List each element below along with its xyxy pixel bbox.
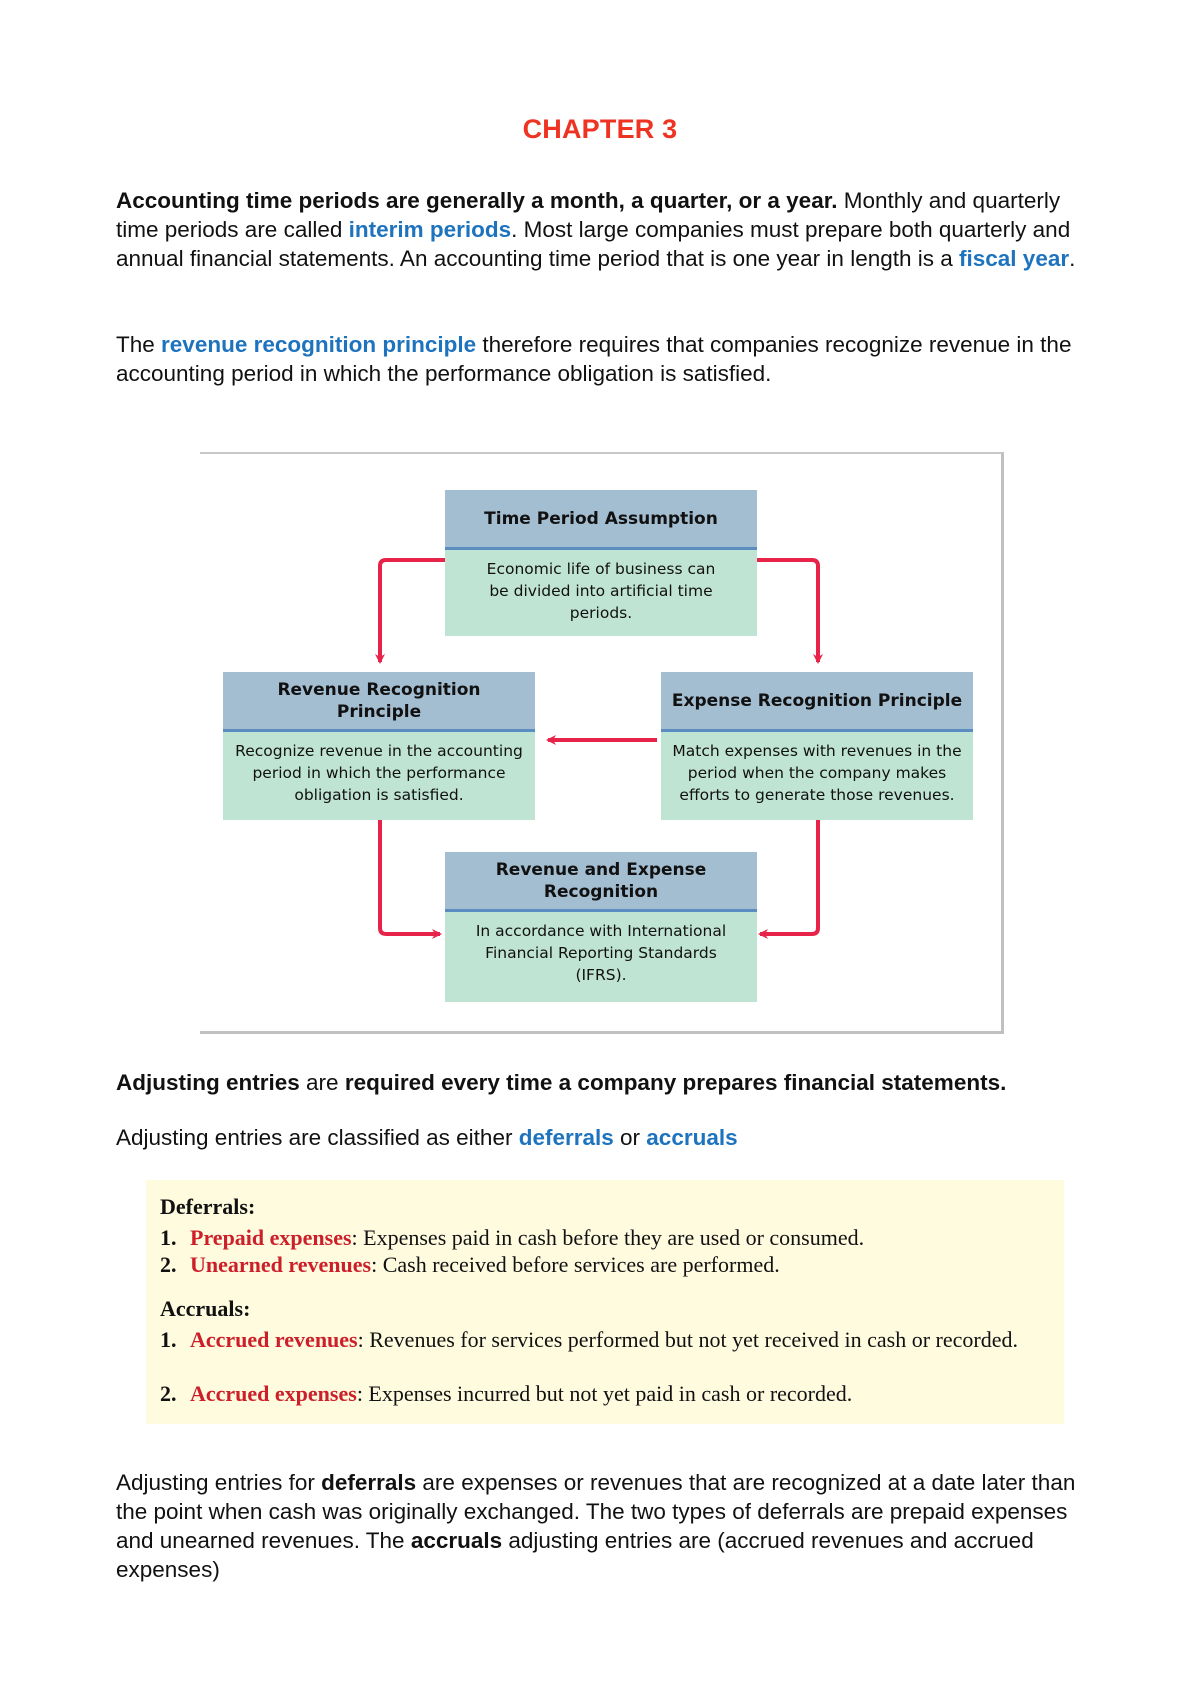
term-deferrals: deferrals (518, 1125, 614, 1150)
paragraph-time-periods: Accounting time periods are generally a … (116, 186, 1106, 273)
box-body: Economic life of business can be divided… (445, 550, 757, 636)
item-description: : Cash received before services are perf… (371, 1252, 780, 1277)
box-revenue-recognition-principle: Revenue Recognition Principle Recognize … (223, 672, 535, 820)
box-revenue-and-expense-recognition: Revenue and Expense Recognition In accor… (445, 852, 757, 1002)
accruals-heading: Accruals: (160, 1296, 251, 1321)
paragraph-revenue-recognition: The revenue recognition principle theref… (116, 330, 1106, 388)
term-accrued-revenues: Accrued revenues (190, 1327, 358, 1352)
item-number: 2. (160, 1252, 177, 1277)
text: Adjusting entries are classified as eith… (116, 1125, 519, 1150)
item-number: 1. (160, 1327, 177, 1352)
paragraph-classification: Adjusting entries are classified as eith… (116, 1123, 1106, 1152)
item-description: : Expenses incurred but not yet paid in … (356, 1381, 853, 1406)
text: . (1069, 246, 1076, 271)
box-expense-recognition-principle: Expense Recognition Principle Match expe… (661, 672, 973, 820)
document-page: CHAPTER 3 Accounting time periods are ge… (0, 0, 1200, 1697)
text: Adjusting entries for (116, 1470, 322, 1495)
box-title: Revenue Recognition Principle (223, 672, 535, 732)
arrow-left-to-bottom (378, 818, 442, 939)
item-description: : Expenses paid in cash before they are … (351, 1225, 865, 1250)
box-body: Match expenses with revenues in the peri… (661, 732, 973, 820)
term-prepaid-expenses: Prepaid expenses (190, 1225, 352, 1250)
arrow-right-to-bottom (758, 818, 820, 939)
text: are (299, 1070, 345, 1095)
term-fiscal-year: fiscal year (959, 246, 1070, 271)
box-body: In accordance with International Financi… (445, 912, 757, 1002)
arrow-top-to-right (757, 558, 823, 664)
bold-statement: Accounting time periods are generally a … (116, 188, 838, 213)
bold-text: required every time a company prepares f… (344, 1070, 1007, 1095)
item-number: 1. (160, 1225, 177, 1250)
term-revenue-recognition-principle: revenue recognition principle (161, 332, 477, 357)
box-title: Time Period Assumption (445, 490, 757, 550)
deferrals-heading: Deferrals: (160, 1194, 256, 1219)
term-accrued-expenses: Accrued expenses (190, 1381, 357, 1406)
deferrals-accruals-box: Deferrals: 1. Prepaid expenses: Expenses… (146, 1180, 1064, 1424)
item-number: 2. (160, 1381, 177, 1406)
term-accruals: accruals (646, 1125, 738, 1150)
chapter-title: CHAPTER 3 (522, 114, 678, 144)
paragraph-deferrals-accruals: Adjusting entries for deferrals are expe… (116, 1468, 1106, 1584)
box-body: Recognize revenue in the accounting peri… (223, 732, 535, 820)
box-time-period-assumption: Time Period Assumption Economic life of … (445, 490, 757, 636)
item-description: : Revenues for services performed but no… (357, 1327, 1018, 1352)
bold-term-deferrals: deferrals (321, 1470, 417, 1495)
arrow-top-to-left (375, 558, 445, 664)
paragraph-adjusting-entries-required: Adjusting entries are required every tim… (116, 1068, 1106, 1097)
box-title: Revenue and Expense Recognition (445, 852, 757, 912)
text: The (116, 332, 162, 357)
bold-term-accruals: accruals (410, 1528, 503, 1553)
box-title: Expense Recognition Principle (661, 672, 973, 732)
term-unearned-revenues: Unearned revenues (190, 1252, 372, 1277)
term-interim-periods: interim periods (348, 217, 512, 242)
bold-term: Adjusting entries (116, 1070, 300, 1095)
text: or (613, 1125, 647, 1150)
principles-diagram: Time Period Assumption Economic life of … (200, 452, 1004, 1034)
